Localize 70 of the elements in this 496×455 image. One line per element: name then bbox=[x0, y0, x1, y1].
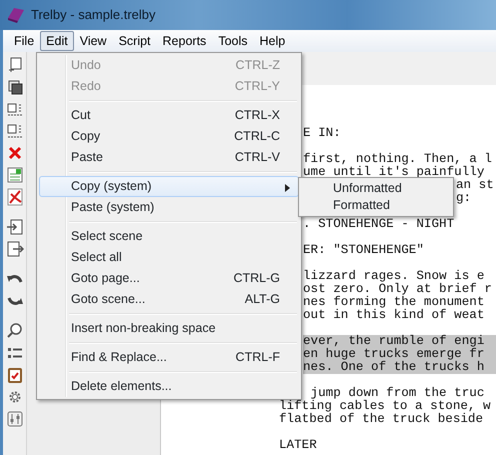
menu-item[interactable]: Script bbox=[112, 31, 157, 51]
menu-item-label: Find & Replace... bbox=[71, 349, 168, 366]
menu-item[interactable]: Goto scene... ALT-G bbox=[39, 289, 299, 310]
shortcut-label: CTRL-X bbox=[234, 107, 280, 124]
spreadsheet-icon[interactable] bbox=[6, 166, 24, 184]
script-line: flatbed of the truck beside bbox=[279, 413, 484, 426]
script-line: LATER bbox=[279, 439, 318, 452]
menu-item[interactable]: Find & Replace... CTRL-F bbox=[39, 347, 299, 368]
pages-icon[interactable] bbox=[6, 78, 24, 96]
shortcut-label: CTRL-Z bbox=[236, 57, 280, 74]
script-line: jump down from the truc bbox=[310, 387, 486, 400]
menu-item-label: Copy bbox=[71, 128, 102, 146]
script-line: nes forming the monument bbox=[303, 296, 486, 309]
menu-item[interactable]: Reports bbox=[156, 31, 212, 51]
script-line: out in this kind of weat bbox=[303, 309, 486, 322]
sliders-icon[interactable] bbox=[6, 410, 24, 428]
menu-item[interactable]: Select all bbox=[39, 247, 299, 268]
menu-item-label: Paste bbox=[71, 149, 104, 166]
menu-item-label: Paste (system) bbox=[71, 199, 156, 216]
script-line: ost zero. Only at brief r bbox=[303, 283, 493, 296]
menu-item[interactable]: Tools bbox=[212, 31, 254, 51]
script-line: lifting cables to a stone, w bbox=[279, 400, 492, 413]
shortcut-label: CTRL-F bbox=[236, 349, 280, 366]
shortcut-label: ALT-G bbox=[244, 291, 280, 308]
menu-item-label: Cut bbox=[71, 107, 92, 124]
menu-item-label: Goto page... bbox=[71, 270, 141, 288]
shortcut-label: CTRL-C bbox=[234, 128, 280, 146]
script-line: first, nothing. Then, a l bbox=[303, 153, 493, 166]
menu-item[interactable]: Paste CTRL-V bbox=[39, 147, 299, 168]
menu-item[interactable]: Cut CTRL-X bbox=[39, 105, 299, 126]
menu-item-label: Select scene bbox=[71, 228, 144, 246]
shortcut-label: CTRL-Y bbox=[234, 78, 280, 96]
menu-item[interactable]: Select scene bbox=[39, 226, 299, 247]
document-icon[interactable] bbox=[6, 188, 24, 206]
menu-item-label: Copy (system) bbox=[71, 178, 153, 196]
script-line: ER: "STONEHENGE" bbox=[303, 244, 425, 257]
menu-item-label: Select all bbox=[71, 249, 123, 266]
import-icon[interactable] bbox=[6, 218, 24, 236]
list-icon[interactable] bbox=[6, 122, 24, 140]
script-line: lizzard rages. Snow is e bbox=[303, 270, 486, 283]
menu-item-label: Goto scene... bbox=[71, 291, 146, 308]
clipboard-icon[interactable] bbox=[6, 366, 24, 384]
search-icon[interactable] bbox=[6, 322, 24, 340]
submenu-arrow-icon bbox=[285, 184, 290, 192]
menu-item[interactable]: Copy (system) bbox=[39, 176, 299, 197]
shortcut-label: CTRL-G bbox=[233, 270, 280, 288]
script-line: . STONEHENGE - NIGHT bbox=[303, 218, 456, 231]
menu-item-label: Insert non-breaking space bbox=[71, 320, 217, 338]
menu-item[interactable]: Unformatted bbox=[301, 180, 451, 197]
menu-item[interactable]: Paste (system) bbox=[39, 197, 299, 218]
app-icon bbox=[6, 6, 26, 24]
menu-item-label: Delete elements... bbox=[71, 378, 173, 396]
menu-item[interactable]: Delete elements... bbox=[39, 376, 299, 397]
menu-item[interactable]: Copy CTRL-C bbox=[39, 126, 299, 147]
export-icon[interactable] bbox=[6, 240, 24, 258]
menu-item[interactable]: Goto page... CTRL-G bbox=[39, 268, 299, 289]
menu-item-label: Undo bbox=[71, 57, 102, 74]
menu-item[interactable]: Help bbox=[254, 31, 292, 51]
menu-item[interactable]: Insert non-breaking space bbox=[39, 318, 299, 339]
script-line: an st bbox=[456, 179, 495, 192]
script-line: ume until it's painfully bbox=[303, 166, 486, 179]
menu-item-label: Redo bbox=[71, 78, 102, 96]
script-line: g: bbox=[456, 192, 472, 205]
menu-item[interactable]: File bbox=[8, 31, 40, 51]
menu-item[interactable]: Edit bbox=[40, 31, 74, 51]
menu-item[interactable]: View bbox=[74, 31, 113, 51]
window-title: Trelby - sample.trelby bbox=[31, 6, 156, 24]
menu-item[interactable]: Formatted bbox=[301, 197, 451, 214]
shortcut-label: CTRL-V bbox=[234, 149, 280, 166]
script-line: E IN: bbox=[303, 127, 342, 140]
